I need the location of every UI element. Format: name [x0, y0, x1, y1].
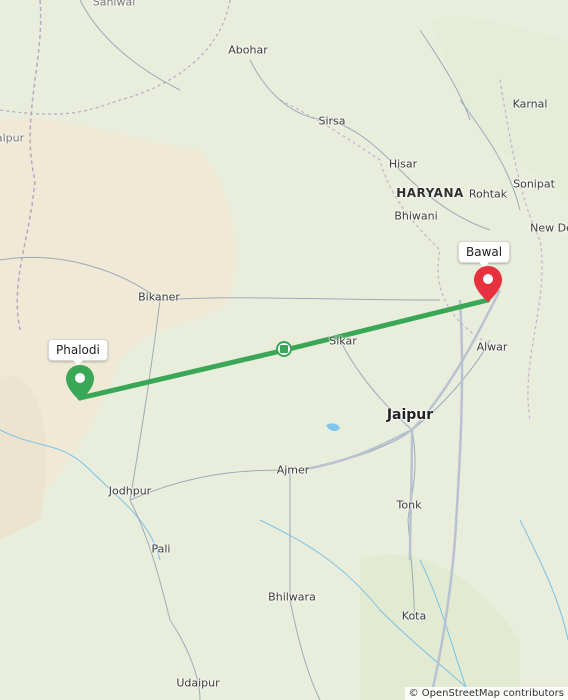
- map-view[interactable]: Sahiwal Abohar Karnal alpur Sirsa Hisar Sonipa…: [0, 0, 568, 700]
- place-label-alpur: alpur: [0, 131, 25, 145]
- place-label-pali: Pali: [151, 542, 171, 556]
- start-pin-icon[interactable]: [66, 365, 94, 401]
- place-label-haryana: HARYANA: [396, 186, 464, 200]
- place-label-tonk: Tonk: [396, 498, 422, 512]
- place-label-bikaner: Bikaner: [138, 290, 180, 304]
- place-label-newdelhi: New Del: [530, 221, 568, 235]
- place-label-bhiwani: Bhiwani: [394, 209, 438, 223]
- place-label-sikar: Sikar: [329, 334, 357, 348]
- place-label-udaipur: Udaipur: [176, 676, 220, 690]
- place-label-sirsa: Sirsa: [318, 114, 346, 128]
- waypoint-marker-icon: [276, 341, 292, 357]
- place-label-alwar: Alwar: [476, 340, 508, 354]
- place-label-ajmer: Ajmer: [276, 463, 310, 477]
- end-location-callout: Bawal: [458, 241, 511, 268]
- place-label-sonipat: Sonipat: [513, 177, 555, 191]
- start-location-label: Phalodi: [56, 343, 100, 357]
- place-label-hisar: Hisar: [388, 157, 418, 171]
- attribution-text: © OpenStreetMap contributors: [408, 688, 564, 699]
- place-label-jaipur: Jaipur: [386, 407, 434, 423]
- end-pin-icon[interactable]: [474, 266, 502, 302]
- place-label-rohtak: Rohtak: [468, 187, 508, 201]
- start-location-callout: Phalodi: [48, 339, 108, 366]
- place-label-bhilwara: Bhilwara: [268, 590, 316, 604]
- map-attribution[interactable]: © OpenStreetMap contributors: [404, 687, 568, 700]
- place-label-abohar: Abohar: [228, 43, 268, 57]
- place-label-karnal: Karnal: [512, 97, 548, 111]
- place-label-jodhpur: Jodhpur: [108, 484, 152, 498]
- place-label-kota: Kota: [401, 609, 427, 623]
- end-location-label: Bawal: [466, 245, 503, 259]
- place-label-sahiwal: Sahiwal: [92, 0, 136, 9]
